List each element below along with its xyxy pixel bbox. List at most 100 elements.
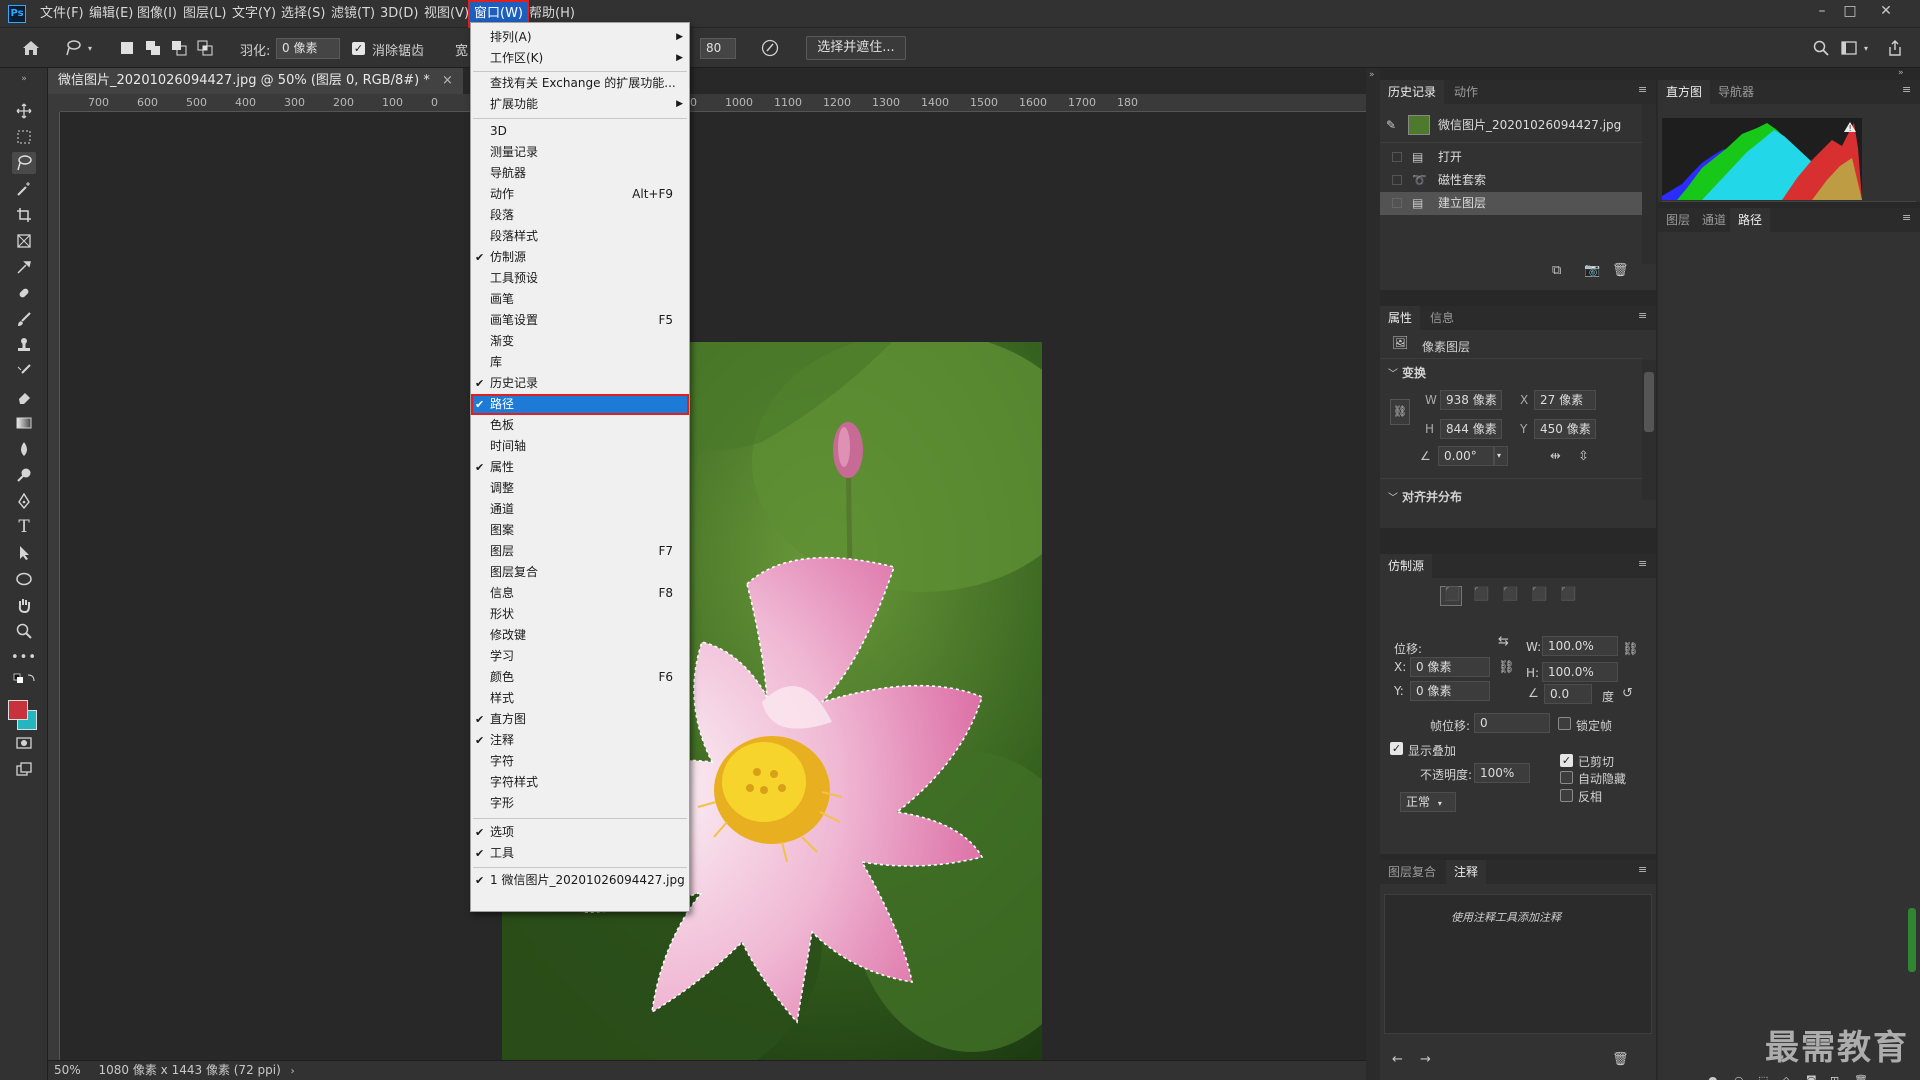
flip-horizontal-icon[interactable]: ⇹ [1550, 449, 1561, 464]
menu-3d[interactable]: 3D(D) [374, 0, 424, 28]
tab-paths[interactable]: 路径 [1730, 208, 1771, 232]
minimize-icon[interactable]: – [1808, 0, 1836, 22]
panel-menu-icon[interactable]: ≡ [1638, 864, 1650, 877]
tab-clone-source[interactable]: 仿制源 [1380, 554, 1433, 578]
window-menu-item[interactable]: 动作 Alt+F9 [471, 184, 689, 205]
chevron-down-icon[interactable]: ▾ [84, 37, 96, 59]
clone-stamp-tool-icon[interactable] [12, 334, 36, 356]
eraser-tool-icon[interactable] [12, 386, 36, 408]
window-menu-item[interactable]: 排列(A) ▶ [471, 27, 689, 48]
blur-tool-icon[interactable] [12, 438, 36, 460]
collapse-toolbar-icon[interactable]: » [12, 74, 36, 84]
angle-dropdown-icon[interactable]: ▾ [1494, 446, 1508, 466]
eyedropper-tool-icon[interactable] [12, 256, 36, 278]
trash-icon[interactable]: 🗑 [1612, 1052, 1629, 1067]
auto-hide-checkbox[interactable] [1560, 771, 1573, 784]
window-menu-item[interactable]: 渐变 [471, 331, 689, 352]
history-brush-source-icon[interactable]: ✎ [1386, 110, 1396, 140]
reset-transform-icon[interactable]: ⇆ [1498, 634, 1509, 649]
home-icon[interactable] [20, 37, 42, 59]
clone-source-4-icon[interactable]: ⬛ [1531, 587, 1547, 602]
add-mask-icon[interactable]: ◙ [1806, 1074, 1817, 1080]
window-menu-item[interactable]: ✔ 直方图 [471, 709, 689, 730]
tab-layers[interactable]: 图层 [1658, 208, 1698, 232]
scrollbar-indicator[interactable] [1908, 908, 1916, 972]
collapse-panels-icon[interactable]: » [1898, 68, 1904, 78]
offset-x-input[interactable]: 0 像素 [1410, 657, 1490, 677]
close-tab-icon[interactable]: × [442, 73, 453, 88]
load-selection-icon[interactable]: ⬚ [1758, 1074, 1768, 1080]
window-menu-item[interactable]: ✔ 选项 [471, 822, 689, 843]
healing-brush-tool-icon[interactable] [12, 282, 36, 304]
delete-path-icon[interactable]: 🗑 [1854, 1074, 1868, 1080]
window-menu-item[interactable]: 字符 [471, 751, 689, 772]
window-menu-item[interactable]: ✔ 工具 [471, 843, 689, 864]
width-input[interactable]: 938 像素 [1440, 390, 1502, 410]
new-path-icon[interactable]: ⊞ [1830, 1074, 1839, 1080]
new-selection-icon[interactable] [116, 37, 138, 59]
tab-notes[interactable]: 注释 [1446, 860, 1487, 884]
align-distribute-header[interactable]: 对齐并分布 [1402, 488, 1462, 505]
reset-icon[interactable]: ↺ [1622, 686, 1633, 701]
share-icon[interactable] [1884, 37, 1906, 59]
window-menu-item[interactable]: 画笔 [471, 289, 689, 310]
marquee-tool-icon[interactable] [12, 126, 36, 148]
document-tab[interactable]: 微信图片_20201026094427.jpg @ 50% (图层 0, RGB… [48, 68, 463, 94]
tab-info[interactable]: 信息 [1422, 306, 1462, 330]
subtract-from-selection-icon[interactable] [168, 37, 190, 59]
magnetic-lasso-tool-preset-icon[interactable] [62, 37, 84, 59]
stroke-path-icon[interactable]: ○ [1734, 1074, 1744, 1080]
more-tools-icon[interactable]: ••• [11, 646, 36, 668]
panel-menu-icon[interactable]: ≡ [1638, 558, 1650, 571]
link-dimensions-icon[interactable]: ⛓ [1390, 399, 1410, 425]
hand-tool-icon[interactable] [12, 594, 36, 616]
menu-file[interactable]: 文件(F) [34, 0, 90, 28]
history-source-box[interactable] [1392, 175, 1402, 185]
zoom-level[interactable]: 50% [54, 1063, 81, 1077]
link-scale-icon[interactable]: ⛓ [1498, 660, 1515, 675]
gradient-tool-icon[interactable] [12, 412, 36, 434]
expand-panels-icon[interactable]: » [1369, 70, 1380, 80]
window-menu-item[interactable]: 3D [471, 121, 689, 142]
window-menu-item[interactable]: 学习 [471, 646, 689, 667]
panel-menu-icon[interactable]: ≡ [1638, 310, 1650, 323]
default-colors-icon[interactable] [12, 672, 36, 686]
history-step[interactable]: ▤ 打开 [1380, 146, 1642, 169]
type-tool-icon[interactable]: T [12, 516, 36, 538]
tab-history[interactable]: 历史记录 [1380, 80, 1445, 104]
offset-y-input[interactable]: 0 像素 [1410, 681, 1490, 701]
fill-path-icon[interactable]: ● [1708, 1074, 1718, 1080]
chain-link-icon[interactable]: ⛓ [1622, 642, 1639, 657]
menu-filter[interactable]: 滤镜(T) [325, 0, 381, 28]
menu-select[interactable]: 选择(S) [275, 0, 331, 28]
canvas-area[interactable] [60, 112, 1366, 1064]
status-info-arrow-icon[interactable]: › [291, 1066, 295, 1077]
pen-tool-icon[interactable] [12, 490, 36, 512]
window-menu-item[interactable]: ✔ 仿制源 [471, 247, 689, 268]
history-step-selected[interactable]: ▤ 建立图层 [1380, 192, 1642, 215]
dodge-tool-icon[interactable] [12, 464, 36, 486]
menu-type[interactable]: 文字(Y) [226, 0, 282, 28]
clone-source-5-icon[interactable]: ⬛ [1560, 587, 1576, 602]
history-scrollbar[interactable] [1642, 104, 1656, 264]
trash-icon[interactable]: 🗑 [1612, 263, 1629, 278]
transform-header[interactable]: 变换 [1402, 364, 1426, 381]
pen-pressure-icon[interactable] [759, 37, 781, 59]
lock-frame-checkbox[interactable] [1558, 717, 1571, 730]
clone-source-3-icon[interactable]: ⬛ [1502, 587, 1518, 602]
crop-tool-icon[interactable] [12, 204, 36, 226]
invert-checkbox[interactable] [1560, 789, 1573, 802]
clipped-checkbox[interactable]: ✓ [1560, 754, 1573, 767]
notes-content-area[interactable]: 使用注释工具添加注释 [1384, 894, 1652, 1034]
panel-menu-icon[interactable]: ≡ [1902, 84, 1914, 97]
history-step[interactable]: ➰ 磁性套索 [1380, 169, 1642, 192]
menu-view[interactable]: 视图(V) [418, 0, 475, 28]
window-menu-item[interactable]: 图层复合 [471, 562, 689, 583]
window-menu-item[interactable]: 颜色 F6 [471, 667, 689, 688]
window-menu-item[interactable]: 通道 [471, 499, 689, 520]
panel-menu-icon[interactable]: ≡ [1638, 84, 1650, 97]
height-input[interactable]: 844 像素 [1440, 419, 1502, 439]
window-menu-item[interactable]: 段落 [471, 205, 689, 226]
window-menu-item[interactable]: 测量记录 [471, 142, 689, 163]
ellipse-tool-icon[interactable] [12, 568, 36, 590]
